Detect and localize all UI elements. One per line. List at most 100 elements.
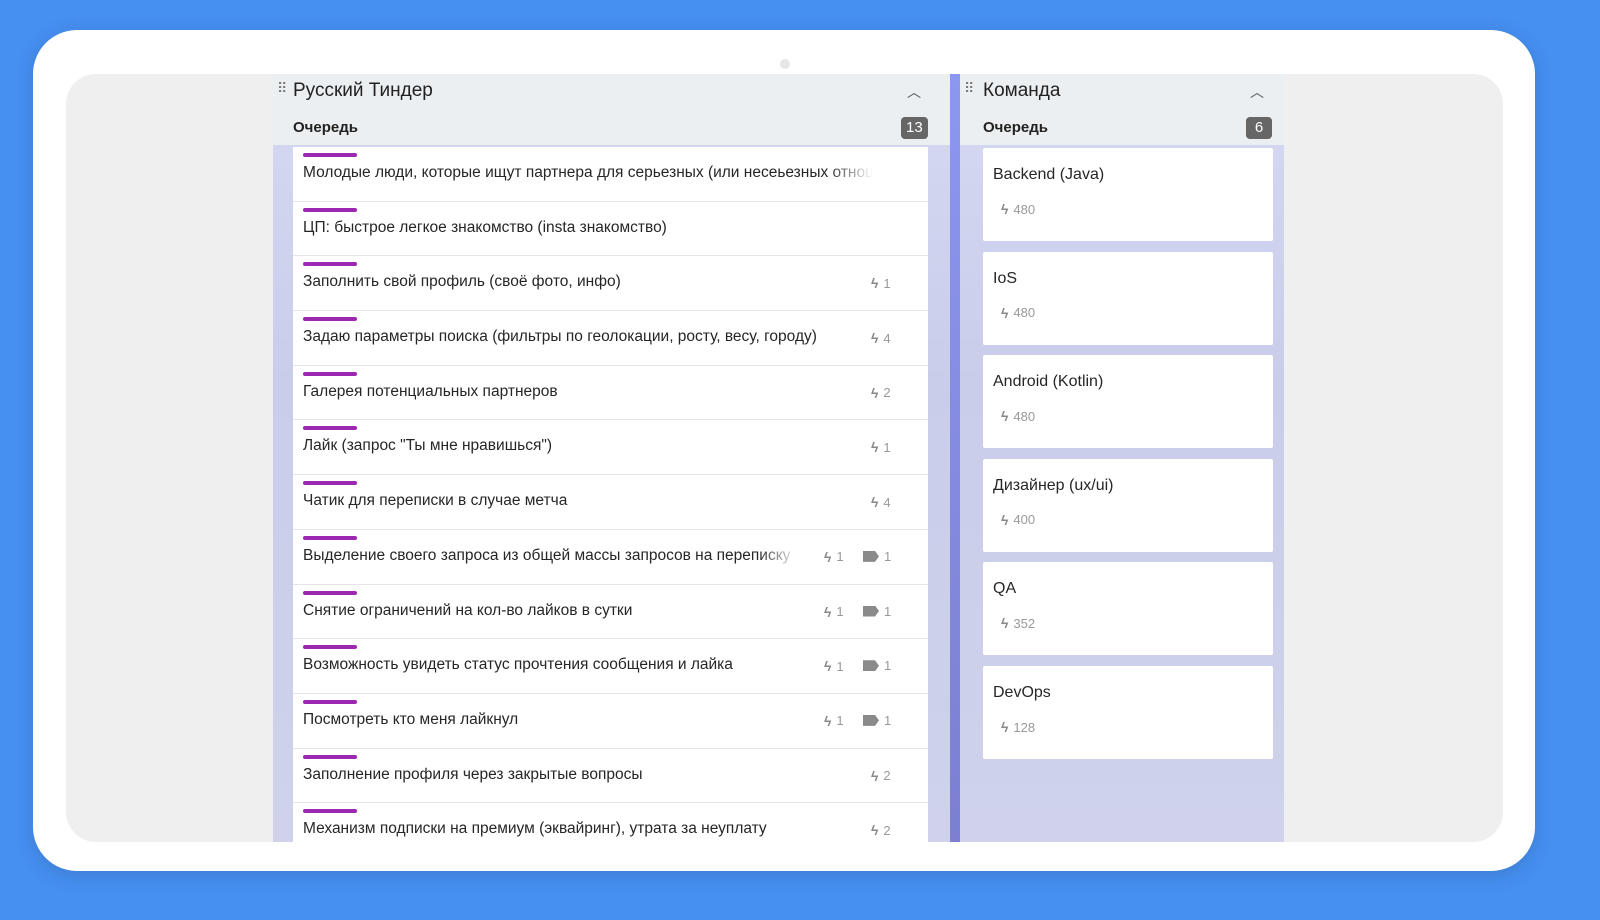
board-column: ⠿ Русский Тиндер ︿ Очередь 13 Молодые лю…: [273, 74, 950, 842]
board-item[interactable]: Возможность увидеть статус прочтения соо…: [293, 639, 928, 694]
team-member-card[interactable]: Backend (Java) ϟ 480: [983, 148, 1273, 241]
color-label-bar: [303, 481, 357, 486]
points-meta: ϟ 400: [1001, 512, 1035, 528]
queue-count-badge: 13: [901, 117, 928, 139]
tag-count: 1: [884, 658, 892, 674]
tag-meta: 1: [863, 549, 891, 564]
tag-count: 1: [884, 548, 892, 564]
board-item[interactable]: Посмотреть кто меня лайкнул ϟ 1 1: [293, 693, 928, 749]
points-meta: ϟ1: [824, 658, 844, 674]
points-meta: ϟ2: [871, 822, 891, 838]
color-label-bar: [303, 371, 357, 376]
points-value: 1: [836, 604, 844, 619]
tag-icon: [863, 660, 879, 672]
bolt-icon: ϟ: [1001, 304, 1009, 321]
points-meta: ϟ 480: [1001, 201, 1035, 217]
screen: ⠿ Русский Тиндер ︿ Очередь 13 Молодые лю…: [66, 74, 1503, 842]
bolt-icon: ϟ: [871, 275, 879, 292]
points-value: 480: [1013, 408, 1036, 424]
tag-count: 1: [884, 603, 892, 619]
board-item[interactable]: Механизм подписки на премиум (эквайринг)…: [293, 803, 928, 842]
color-label-bar: [303, 809, 357, 814]
bolt-icon: ϟ: [824, 548, 832, 565]
points-meta: ϟ 480: [1001, 305, 1035, 321]
points-value: 4: [883, 330, 891, 346]
queue-label: Очередь: [293, 119, 358, 136]
points-value: 1: [836, 549, 844, 565]
team-member-card[interactable]: Android (Kotlin) ϟ 480: [983, 355, 1273, 449]
chevron-up-icon[interactable]: ︿: [907, 82, 921, 102]
team-member-card[interactable]: DevOps ϟ 128: [983, 666, 1273, 759]
drag-handle-icon[interactable]: ⠿: [964, 81, 974, 100]
color-label-bar: [303, 262, 357, 267]
points-value: 4: [883, 494, 891, 510]
bolt-icon: ϟ: [1001, 511, 1009, 528]
points-value: 2: [883, 768, 891, 784]
points-meta: ϟ 128: [1001, 719, 1035, 735]
board-item[interactable]: Чатик для переписки в случае метча ϟ 4: [293, 475, 928, 530]
team-member-card[interactable]: Дизайнер (ux/ui) ϟ 400: [983, 458, 1273, 552]
bolt-icon: ϟ: [871, 494, 879, 511]
drag-handle-icon[interactable]: ⠿: [277, 81, 287, 100]
points-meta: ϟ2: [871, 768, 891, 784]
chevron-up-icon[interactable]: ︿: [1250, 82, 1264, 102]
board-item[interactable]: Снятие ограничений на кол-во лайков в су…: [293, 584, 928, 640]
tag-meta: 1: [863, 658, 891, 673]
column-divider[interactable]: [950, 74, 960, 842]
team-member-card[interactable]: QA ϟ 352: [983, 562, 1273, 656]
member-role: Дизайнер (ux/ui): [993, 476, 1114, 494]
board-item[interactable]: Галерея потенциальных партнеров ϟ 2: [293, 365, 928, 421]
points-meta: ϟ1: [824, 549, 844, 565]
color-label-bar: [303, 207, 357, 212]
points-meta: ϟ4: [871, 330, 891, 346]
points-value: 1: [883, 439, 891, 455]
item-title: Чатик для переписки в случае метча: [303, 492, 568, 510]
member-role: Android (Kotlin): [993, 373, 1104, 391]
board-item[interactable]: Заполнить свой профиль (своё фото, инфо)…: [293, 256, 928, 312]
board-item[interactable]: Лайк (запрос "Ты мне нравишься") ϟ 1: [293, 420, 928, 476]
bolt-icon: ϟ: [871, 330, 879, 347]
bolt-icon: ϟ: [824, 712, 832, 729]
points-value: 1: [836, 658, 844, 674]
item-title: Заполнить свой профиль (своё фото, инфо): [303, 273, 621, 291]
bolt-icon: ϟ: [871, 767, 879, 784]
team-title: Команда: [983, 80, 1061, 101]
color-label-bar: [303, 535, 357, 540]
team-member-card[interactable]: IoS ϟ 480: [983, 251, 1273, 345]
color-label-bar: [303, 754, 357, 759]
color-label-bar: [303, 426, 357, 431]
points-meta: ϟ1: [871, 275, 891, 291]
bolt-icon: ϟ: [1001, 201, 1009, 217]
item-title: Выделение своего запроса из общей массы …: [303, 546, 791, 564]
points-meta: ϟ1: [871, 439, 891, 455]
item-title: Снятие ограничений на кол-во лайков в су…: [303, 601, 633, 619]
points-value: 2: [883, 385, 891, 401]
bolt-icon: ϟ: [871, 384, 879, 401]
member-role: QA: [993, 580, 1017, 598]
board-item[interactable]: ЦП: быстрое легкое знакомство (insta зна…: [293, 201, 928, 257]
points-value: 1: [883, 275, 891, 291]
points-meta: ϟ4: [871, 494, 891, 510]
board-header: ⠿ Русский Тиндер ︿ Очередь 13: [273, 74, 950, 145]
bolt-icon: ϟ: [871, 822, 879, 839]
queue-label: Очередь: [983, 119, 1048, 136]
item-title: Молодые люди, которые ищут партнера для …: [303, 164, 873, 181]
tag-count: 1: [884, 712, 892, 728]
color-label-bar: [303, 317, 357, 322]
points-value: 400: [1013, 512, 1036, 528]
board-item[interactable]: Выделение своего запроса из общей массы …: [293, 529, 928, 585]
bolt-icon: ϟ: [871, 439, 879, 456]
points-value: 2: [883, 822, 891, 838]
board-title: Русский Тиндер: [293, 80, 433, 101]
board-item[interactable]: Молодые люди, которые ищут партнера для …: [293, 147, 928, 202]
queue-count-badge: 6: [1246, 117, 1272, 139]
board-items-list: Молодые люди, которые ищут партнера для …: [293, 147, 928, 842]
board-item[interactable]: Заполнение профиля через закрытые вопрос…: [293, 748, 928, 804]
member-role: DevOps: [993, 684, 1051, 701]
item-title: ЦП: быстрое легкое знакомство (insta зна…: [303, 218, 667, 236]
points-meta: ϟ1: [824, 604, 844, 620]
points-value: 480: [1013, 201, 1036, 217]
points-meta: ϟ 352: [1001, 615, 1035, 631]
board-item[interactable]: Задаю параметры поиска (фильтры по геоло…: [293, 311, 928, 366]
item-title: Механизм подписки на премиум (эквайринг)…: [303, 820, 767, 838]
